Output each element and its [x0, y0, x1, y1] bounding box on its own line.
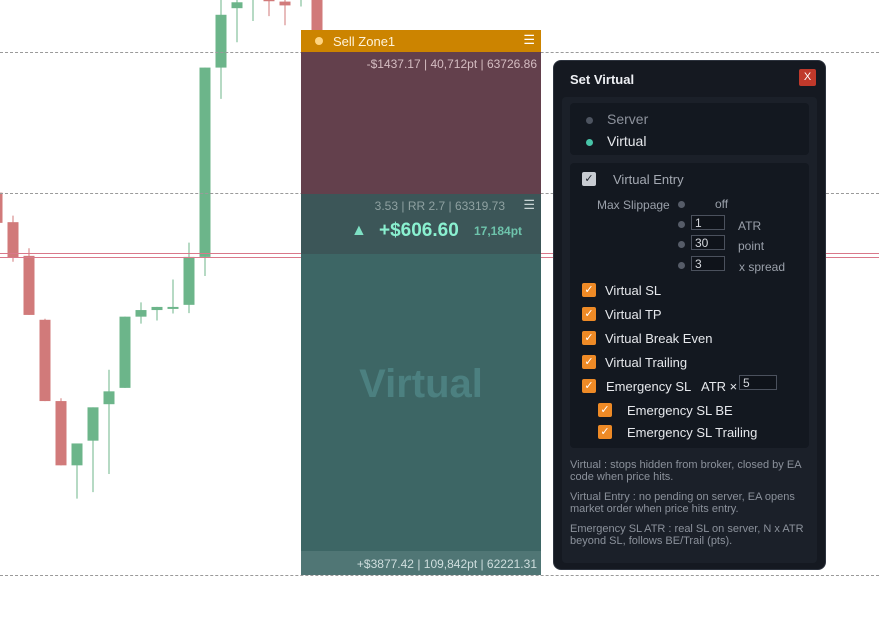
- emergency-sl-be-label: Emergency SL BE: [627, 403, 733, 418]
- virtual-break-even-checkbox[interactable]: ✓: [582, 331, 596, 345]
- bullish-candle: [167, 306, 179, 309]
- take-profit-zone[interactable]: Virtual +$3877.42 | 109,842pt | 62221.31: [301, 254, 541, 575]
- radio-dot: [586, 116, 593, 124]
- bearish-candle: [39, 319, 51, 402]
- pnl-points: 17,184pt: [474, 224, 523, 238]
- zone-watermark: Virtual: [359, 362, 483, 406]
- mode-virtual-radio[interactable]: Virtual: [586, 133, 646, 149]
- bearish-candle: [263, 0, 275, 2]
- entry-menu-icon[interactable]: ☰: [523, 197, 535, 213]
- atr-multiplier-label: ATR ×: [701, 379, 738, 394]
- max-slippage-label: Max Slippage: [597, 198, 670, 212]
- virtual-sl-label: Virtual SL: [605, 283, 662, 298]
- options-group: ✓ Virtual Entry Max Slippage off 1 ATR 3…: [570, 163, 809, 448]
- slippage-spread-input[interactable]: 3: [691, 256, 725, 271]
- bearish-candle: [279, 1, 291, 6]
- note-emergency-sl: Emergency SL ATR : real SL on server, N …: [570, 523, 804, 547]
- zone-header[interactable]: Sell Zone1 ☰: [301, 30, 541, 52]
- slippage-atr-unit: ATR: [738, 219, 762, 233]
- note-virtual: Virtual : stops hidden from broker, clos…: [570, 459, 801, 483]
- slippage-point-unit: point: [738, 239, 765, 253]
- entry-zone[interactable]: 3.53 | RR 2.7 | 63319.73 ☰ ▲ +$606.60 17…: [301, 194, 541, 254]
- emergency-sl-trailing-checkbox[interactable]: ✓: [598, 425, 612, 439]
- bullish-candle: [231, 2, 243, 9]
- slippage-spread-radio[interactable]: [678, 262, 685, 269]
- atr-multiplier-input[interactable]: 5: [739, 375, 777, 390]
- bullish-candle: [135, 310, 147, 317]
- slippage-point-input[interactable]: 30: [691, 235, 725, 250]
- bullish-candle: [71, 443, 83, 466]
- virtual-trailing-label: Virtual Trailing: [605, 355, 688, 370]
- panel-title: Set Virtual: [570, 72, 635, 87]
- virtual-entry-checkbox[interactable]: ✓: [582, 172, 596, 186]
- sl-info: -$1437.17 | 40,712pt | 63726.86: [366, 57, 537, 71]
- bullish-candle: [103, 391, 115, 405]
- radio-dot-selected: [586, 138, 593, 146]
- mode-server-label: Server: [607, 111, 649, 127]
- zone-status-dot: [315, 37, 323, 45]
- mode-virtual-label: Virtual: [607, 133, 647, 149]
- bearish-candle: [55, 401, 67, 466]
- virtual-tp-label: Virtual TP: [605, 307, 662, 322]
- emergency-sl-label: Emergency SL: [606, 379, 692, 394]
- zone-name: Sell Zone1: [333, 34, 396, 49]
- slippage-atr-input[interactable]: 1: [691, 215, 725, 230]
- emergency-sl-checkbox[interactable]: ✓: [582, 379, 596, 393]
- slippage-spread-unit: x spread: [739, 260, 786, 274]
- close-button[interactable]: X: [799, 69, 816, 86]
- virtual-break-even-label: Virtual Break Even: [605, 331, 713, 346]
- emergency-sl-trailing-label: Emergency SL Trailing: [627, 425, 758, 440]
- bullish-candle: [119, 316, 131, 388]
- slippage-off-label: off: [715, 197, 729, 211]
- bullish-candle: [199, 67, 211, 257]
- entry-info: 3.53 | RR 2.7 | 63319.73: [374, 199, 505, 213]
- virtual-entry-label: Virtual Entry: [613, 172, 684, 187]
- bearish-candle: [23, 255, 35, 315]
- slippage-point-radio[interactable]: [678, 241, 685, 248]
- note-virtual-entry: Virtual Entry : no pending on server, EA…: [570, 491, 795, 515]
- bullish-candle: [183, 256, 195, 305]
- bullish-candle: [87, 407, 99, 441]
- up-arrow-icon: ▲: [351, 222, 367, 239]
- tp-info: +$3877.42 | 109,842pt | 62221.31: [356, 557, 537, 571]
- pnl-value: +$606.60: [379, 220, 459, 241]
- tp-level-line: [0, 575, 879, 576]
- emergency-sl-be-checkbox[interactable]: ✓: [598, 403, 612, 417]
- bullish-candle: [151, 306, 163, 311]
- virtual-tp-checkbox[interactable]: ✓: [582, 307, 596, 321]
- set-virtual-panel: Set Virtual X Server Virtual ✓ Virtual E…: [553, 60, 826, 570]
- mode-server-radio[interactable]: Server: [586, 111, 648, 127]
- virtual-sl-checkbox[interactable]: ✓: [582, 283, 596, 297]
- sell-zone[interactable]: -$1437.17 | 40,712pt | 63726.86 Virtual …: [301, 30, 541, 575]
- slippage-atr-radio[interactable]: [678, 221, 685, 228]
- slippage-off-radio[interactable]: [678, 201, 685, 208]
- bearish-candle: [0, 192, 3, 223]
- bullish-candle: [215, 14, 227, 68]
- virtual-trailing-checkbox[interactable]: ✓: [582, 355, 596, 369]
- zone-menu-icon[interactable]: ☰: [523, 32, 535, 48]
- mode-group: Server Virtual: [570, 103, 809, 155]
